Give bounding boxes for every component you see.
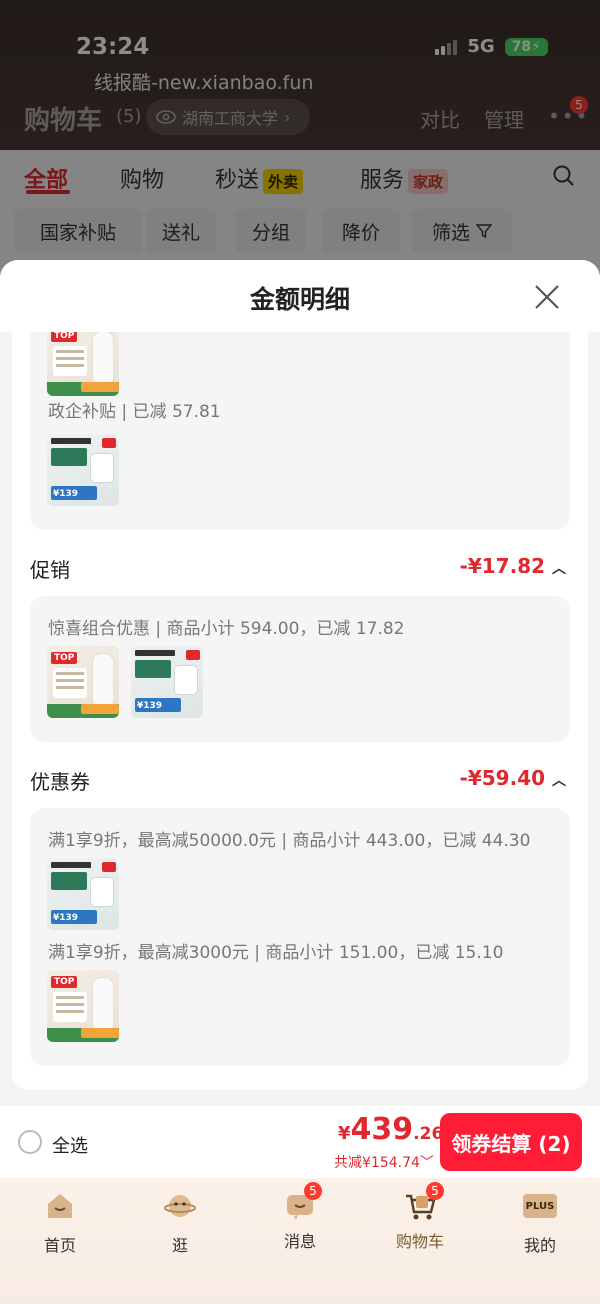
coupon-amount[interactable]: -¥59.40 ︿ (460, 766, 566, 790)
promotion-rule: 惊喜组合优惠 | 商品小计 594.00，已减 17.82 (48, 619, 405, 639)
chevron-up-icon: ︿ (552, 561, 566, 577)
tabbar-browse[interactable]: 逛 (120, 1190, 240, 1256)
product-thumbnail[interactable]: ¥139 (47, 858, 119, 930)
tabbar-home[interactable]: 首页 (0, 1190, 120, 1256)
tabbar-cart[interactable]: 5 购物车 (360, 1182, 480, 1252)
total-saved[interactable]: 共减¥154.74﹀ (334, 1152, 434, 1172)
tabbar-me[interactable]: PLUS 我的 (480, 1190, 600, 1256)
total-price: ¥439.26 (338, 1112, 444, 1147)
product-thumbnail[interactable]: TOP (47, 970, 119, 1042)
promotion-amount[interactable]: -¥17.82 ︿ (460, 554, 566, 578)
sheet-content: TOP 政企补贴 | 已减 57.81 ¥139 促销 -¥17.82 ︿ 惊喜… (12, 332, 588, 1090)
product-thumbnail[interactable]: ¥139 (131, 646, 203, 718)
plus-member-icon: PLUS (523, 1194, 557, 1226)
tabbar-messages[interactable]: 5 消息 (240, 1182, 360, 1252)
promotion-title: 促销 (30, 558, 70, 582)
product-thumbnail[interactable]: TOP (47, 646, 119, 718)
close-icon[interactable] (530, 280, 564, 314)
checkout-button[interactable]: 领券结算 (2) (440, 1113, 582, 1171)
coupon-title: 优惠券 (30, 770, 90, 794)
promotion-card: 惊喜组合优惠 | 商品小计 594.00，已减 17.82 TOP ¥139 (30, 596, 570, 742)
cart-badge: 5 (426, 1182, 444, 1200)
messages-badge: 5 (304, 1182, 322, 1200)
chevron-up-icon: ︿ (552, 773, 566, 789)
subsidy-card: TOP 政企补贴 | 已减 57.81 ¥139 (30, 332, 570, 530)
product-thumbnail[interactable]: TOP (47, 332, 119, 396)
coupon-card: 满1享9折，最高减50000.0元 | 商品小计 443.00，已减 44.30… (30, 808, 570, 1066)
sheet-title: 金额明细 (249, 285, 350, 314)
checkout-bar: 全选 ¥439.26 共减¥154.74﹀ 领券结算 (2) (0, 1106, 600, 1178)
home-icon (48, 1194, 72, 1218)
coupon-rule-2: 满1享9折，最高减3000元 | 商品小计 151.00，已减 15.10 (48, 943, 504, 963)
product-thumbnail[interactable]: ¥139 (47, 434, 119, 506)
bottom-tabbar: 首页 逛 5 消息 5 购物车 PLUS 我的 (0, 1178, 600, 1304)
coupon-rule-1: 满1享9折，最高减50000.0元 | 商品小计 443.00，已减 44.30 (48, 831, 531, 851)
select-all-label[interactable]: 全选 (52, 1132, 88, 1158)
subsidy-rule: 政企补贴 | 已减 57.81 (48, 402, 221, 422)
select-all-radio[interactable] (18, 1130, 42, 1154)
chevron-down-icon: ﹀ (419, 1155, 434, 1171)
planet-icon (164, 1195, 196, 1217)
